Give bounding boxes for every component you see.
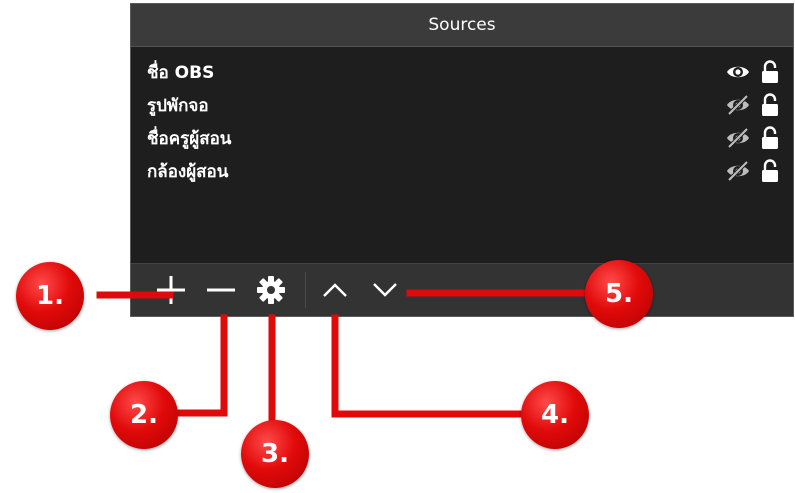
- eye-slash-icon[interactable]: [725, 127, 751, 149]
- minus-icon: [207, 288, 235, 292]
- callout-marker-3: 3.: [241, 420, 309, 488]
- callout-marker-label: 4.: [541, 400, 569, 430]
- lock-open-icon[interactable]: [759, 126, 781, 150]
- source-name: รูปพักจอ: [147, 96, 209, 116]
- remove-source-button[interactable]: [203, 272, 239, 308]
- callout-marker-label: 3.: [261, 439, 289, 469]
- source-item[interactable]: ชื่อ OBS: [131, 56, 793, 89]
- source-name: ชื่อครูผู้สอน: [147, 129, 232, 149]
- callout-marker-2: 2.: [110, 381, 178, 449]
- eye-slash-icon[interactable]: [725, 160, 751, 182]
- source-item[interactable]: รูปพักจอ: [131, 89, 793, 122]
- lock-open-icon[interactable]: [759, 93, 781, 117]
- source-properties-button[interactable]: [253, 272, 289, 308]
- callout-marker-4: 4.: [521, 381, 589, 449]
- panel-title: Sources: [428, 15, 496, 35]
- source-name: ชื่อ OBS: [147, 63, 215, 83]
- sources-list: ชื่อ OBS รูปพักจอ ชื่อครูผู้สอน กล้องผู้…: [131, 56, 793, 188]
- source-name: กล้องผู้สอน: [147, 162, 229, 182]
- toolbar-separator: [305, 272, 306, 308]
- sources-toolbar: [131, 263, 793, 316]
- add-source-button[interactable]: [153, 272, 189, 308]
- move-source-down-button[interactable]: [367, 272, 403, 308]
- callout-marker-1: 1.: [16, 262, 84, 330]
- eye-icon[interactable]: [725, 61, 751, 83]
- chevron-down-icon: [373, 283, 397, 297]
- lock-open-icon[interactable]: [759, 60, 781, 84]
- gear-icon: [257, 276, 285, 304]
- sources-panel: Sources ชื่อ OBS รูปพักจอ ชื่อครูผู้สอน …: [130, 3, 794, 317]
- lock-open-icon[interactable]: [759, 159, 781, 183]
- source-item[interactable]: กล้องผู้สอน: [131, 155, 793, 188]
- callout-marker-label: 1.: [36, 281, 64, 311]
- eye-slash-icon[interactable]: [725, 94, 751, 116]
- callout-marker-5: 5.: [585, 260, 653, 328]
- callout-marker-label: 5.: [605, 279, 633, 309]
- chevron-up-icon: [323, 283, 347, 297]
- move-source-up-button[interactable]: [317, 272, 353, 308]
- source-item[interactable]: ชื่อครูผู้สอน: [131, 122, 793, 155]
- panel-title-bar: Sources: [131, 4, 793, 47]
- callout-marker-label: 2.: [130, 400, 158, 430]
- plus-icon: [157, 276, 185, 304]
